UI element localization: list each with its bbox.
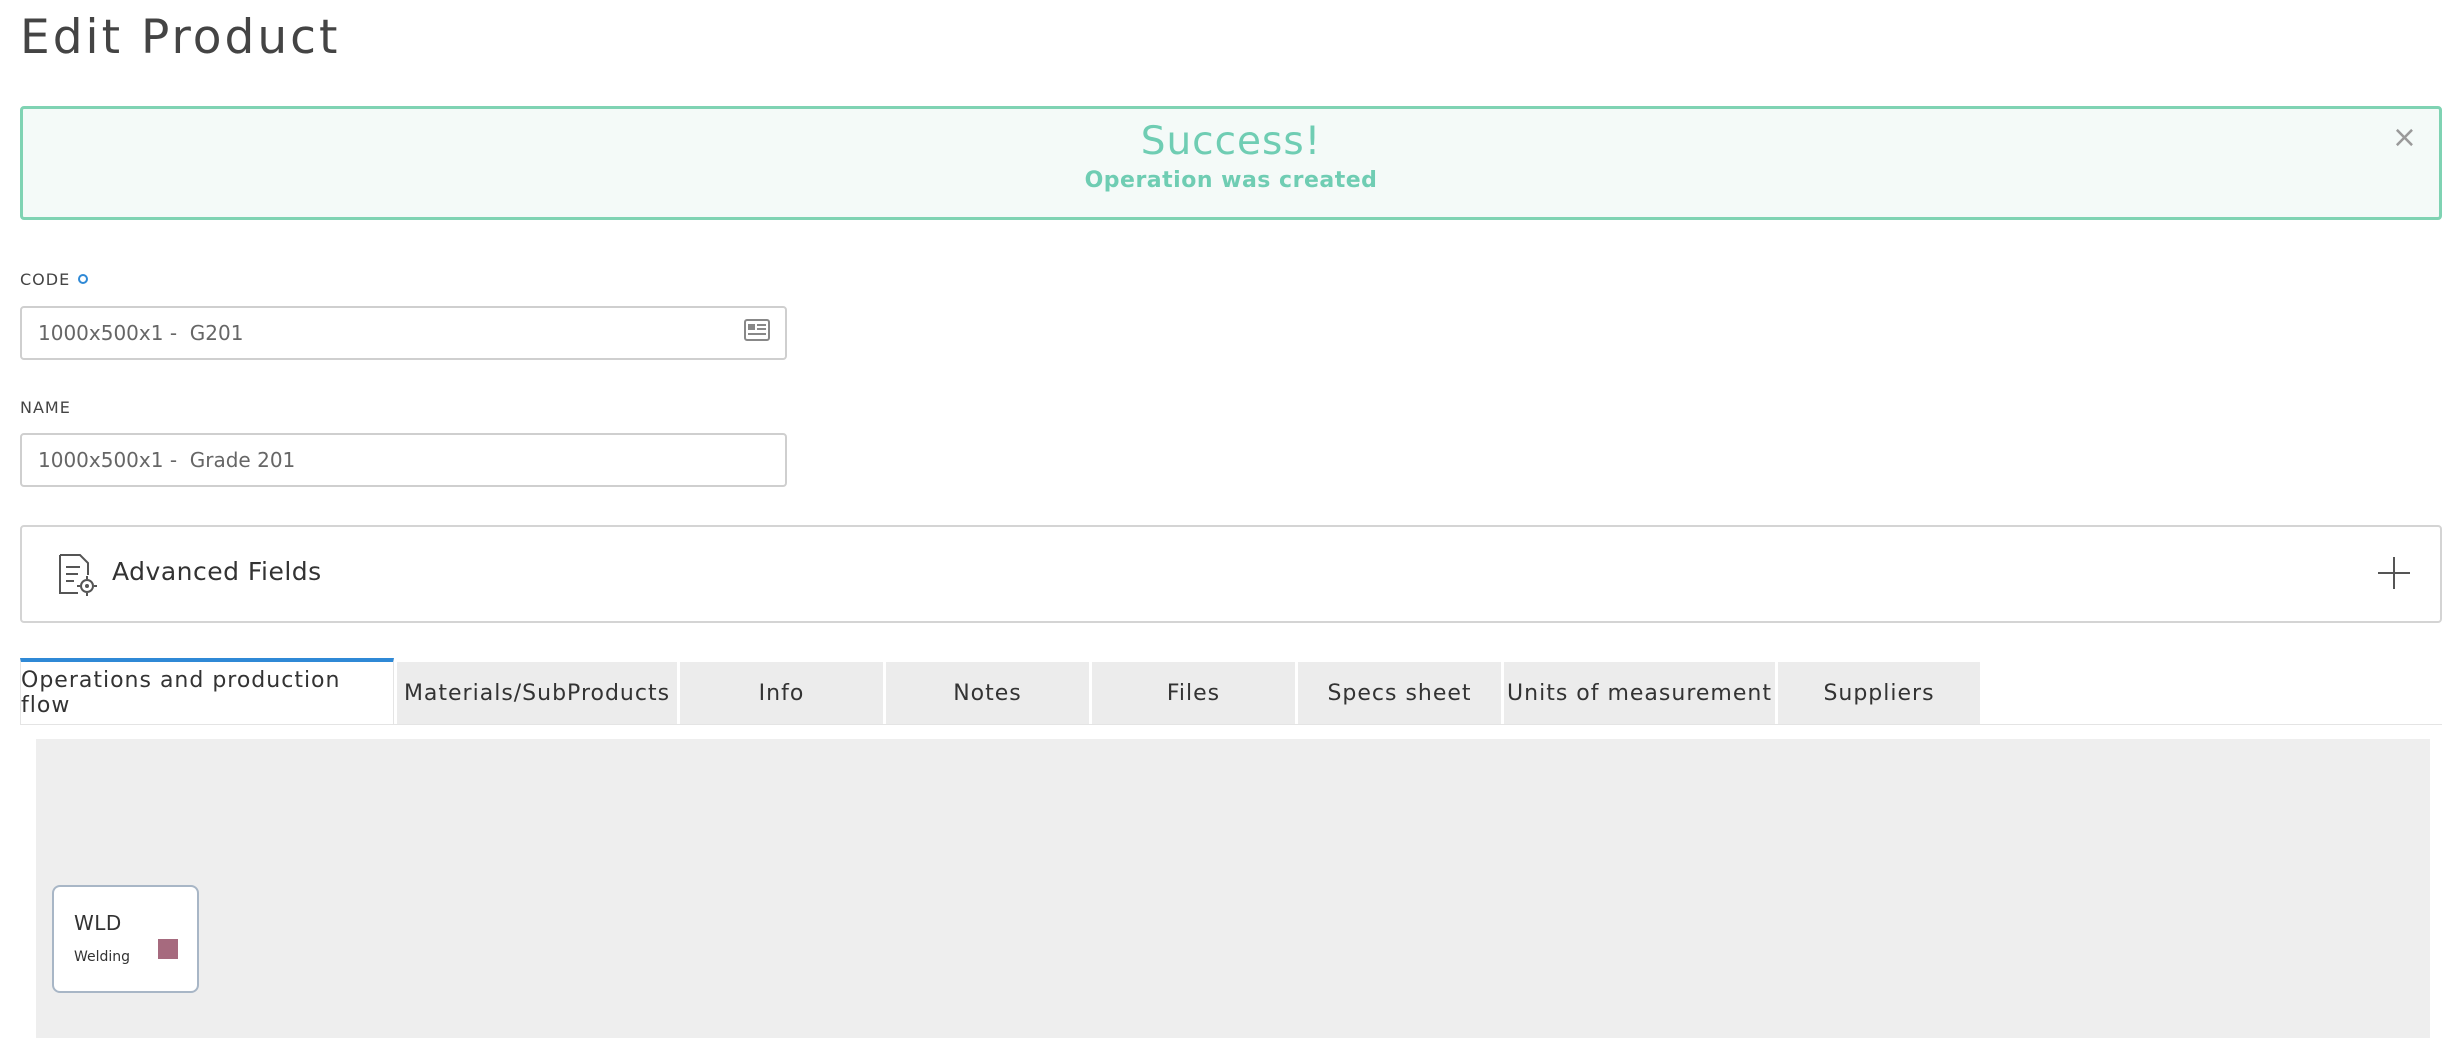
alert-message: Operation was created — [1084, 168, 1378, 193]
tab-operations[interactable]: Operations and production flow — [20, 658, 394, 724]
tab-materials[interactable]: Materials/SubProducts — [397, 662, 677, 724]
page-title: Edit Product — [20, 10, 341, 65]
code-input[interactable] — [20, 306, 787, 360]
plus-icon[interactable] — [2376, 555, 2412, 591]
id-card-icon[interactable] — [744, 319, 770, 341]
operation-name: Welding — [74, 949, 131, 965]
code-label-text: CODE — [20, 270, 71, 289]
name-label: NAME — [20, 398, 71, 417]
tab-info[interactable]: Info — [680, 662, 883, 724]
product-tabs: Operations and production flow Materials… — [20, 658, 2442, 725]
name-input[interactable] — [20, 433, 787, 487]
operation-node[interactable]: WLD Welding — [52, 885, 199, 993]
tab-notes[interactable]: Notes — [886, 662, 1089, 724]
tab-units-of-measurement[interactable]: Units of measurement — [1504, 662, 1775, 724]
alert-title: Success! — [1140, 119, 1322, 164]
operation-code: WLD — [74, 911, 122, 935]
tab-files[interactable]: Files — [1092, 662, 1295, 724]
edit-product-page: Edit Product Success! Operation was crea… — [0, 0, 2464, 1038]
tab-suppliers[interactable]: Suppliers — [1778, 662, 1980, 724]
tab-specs-sheet[interactable]: Specs sheet — [1298, 662, 1501, 724]
success-alert: Success! Operation was created × — [20, 106, 2442, 220]
document-settings-icon — [59, 554, 97, 596]
advanced-fields-label: Advanced Fields — [112, 557, 322, 586]
production-flow-canvas[interactable]: WLD Welding — [36, 739, 2430, 1038]
code-label: CODE — [20, 270, 89, 289]
operation-color-swatch — [158, 939, 178, 959]
close-icon[interactable]: × — [2392, 123, 2417, 153]
advanced-fields-panel[interactable]: Advanced Fields — [20, 525, 2442, 623]
required-indicator-icon — [78, 273, 89, 284]
